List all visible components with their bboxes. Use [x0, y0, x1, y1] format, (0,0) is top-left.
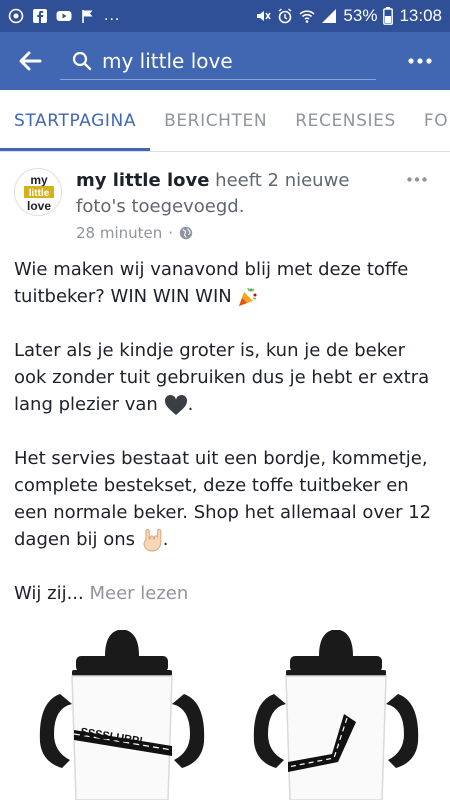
party-popper-icon	[239, 287, 257, 306]
avatar[interactable]: my little love	[14, 168, 62, 216]
flag-icon	[82, 10, 93, 23]
back-button[interactable]	[0, 32, 60, 90]
post-paragraph: Het servies bestaat uit een bordje, komm…	[14, 448, 432, 552]
rock-hand-icon	[143, 528, 162, 552]
post-time-text[interactable]: 28 minuten	[76, 224, 162, 242]
battery-icon	[383, 7, 394, 25]
globe-icon	[179, 226, 193, 240]
read-more-link[interactable]: Meer lezen	[89, 583, 188, 604]
status-more-indicator: ...	[104, 7, 121, 24]
post-truncated: Wij zij... Meer lezen	[14, 583, 189, 604]
tab-recensies[interactable]: RECENSIES	[281, 90, 410, 151]
post-paragraph: Later als je kindje groter is, kun je de…	[14, 340, 430, 415]
mute-icon	[257, 11, 272, 21]
svg-text:my: my	[30, 173, 48, 187]
author-name[interactable]: my little love	[76, 170, 209, 191]
search-bar[interactable]: my little love	[60, 42, 376, 80]
status-bar: ... 53% 13:08	[0, 0, 450, 32]
more-horizontal-icon	[407, 176, 427, 182]
search-icon	[68, 47, 96, 75]
search-input[interactable]: my little love	[102, 49, 233, 73]
post-photo[interactable]: SSSSLURP!	[0, 622, 450, 800]
arrow-left-icon	[19, 51, 42, 71]
svg-text:little: little	[29, 188, 50, 199]
sippy-cup-left: SSSSLURP!	[39, 630, 205, 800]
signal-icon	[322, 9, 337, 23]
logo-avatar: my little love	[15, 169, 61, 215]
clock: 13:08	[399, 6, 442, 25]
post-paragraph: Wie maken wij vanavond blij met deze tof…	[14, 259, 409, 307]
post-options-button[interactable]	[402, 164, 432, 194]
product-photo: SSSSLURP!	[39, 630, 419, 800]
post-header: my little love my little love heeft 2 ni…	[14, 168, 436, 248]
page-tabs: STARTPAGINA BERICHTEN RECENSIES FO	[0, 90, 450, 152]
youtube-icon	[56, 11, 72, 21]
battery-percent: 53%	[343, 6, 378, 25]
tab-berichten[interactable]: BERICHTEN	[150, 90, 281, 151]
facebook-notification-icon	[33, 9, 47, 23]
more-horizontal-icon	[408, 58, 432, 64]
tab-startpagina[interactable]: STARTPAGINA	[0, 90, 151, 151]
svg-text:love: love	[27, 199, 51, 213]
wifi-icon	[299, 10, 315, 23]
post-meta: my little love heeft 2 nieuwe foto's toe…	[76, 168, 396, 242]
alarm-icon	[278, 8, 292, 24]
post-body: Wie maken wij vanavond blij met deze tof…	[14, 256, 438, 607]
post-title: my little love heeft 2 nieuwe foto's toe…	[76, 168, 396, 220]
tab-fotos[interactable]: FO	[410, 90, 450, 151]
post-card: my little love my little love heeft 2 ni…	[0, 152, 450, 800]
sippy-cup-right	[253, 630, 419, 800]
more-options-button[interactable]	[390, 32, 450, 90]
post-timestamp: 28 minuten ·	[76, 224, 396, 242]
black-heart-icon	[164, 394, 187, 415]
camera-app-icon	[8, 8, 24, 24]
app-bar: my little love	[0, 32, 450, 90]
